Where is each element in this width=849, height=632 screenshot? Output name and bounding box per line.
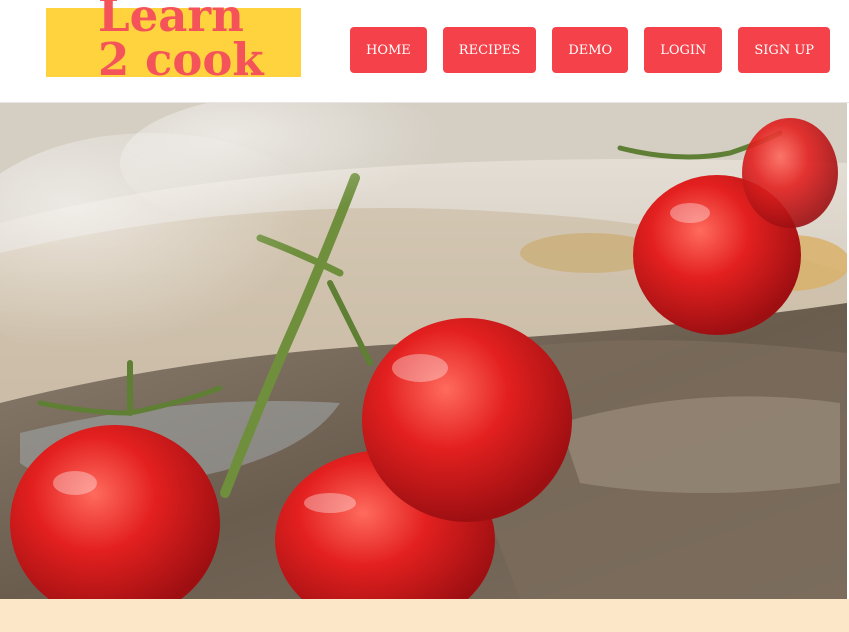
logo-line-2: 2 cook [98, 33, 264, 86]
site-header: Learn 2 cook HOME RECIPES DEMO LOGIN SIG… [0, 0, 849, 103]
nav-demo-button[interactable]: DEMO [552, 27, 629, 73]
nav-home-button[interactable]: HOME [350, 27, 427, 73]
hero-illustration [0, 103, 847, 599]
nav-recipes-button[interactable]: RECIPES [442, 27, 537, 73]
content-section-top [0, 599, 849, 632]
main-nav: HOME RECIPES DEMO LOGIN SIGN UP [350, 27, 831, 73]
nav-signup-button[interactable]: SIGN UP [738, 27, 831, 73]
hero-image [0, 103, 847, 599]
nav-login-button[interactable]: LOGIN [644, 27, 723, 73]
logo-text[interactable]: Learn 2 cook [98, 0, 298, 82]
